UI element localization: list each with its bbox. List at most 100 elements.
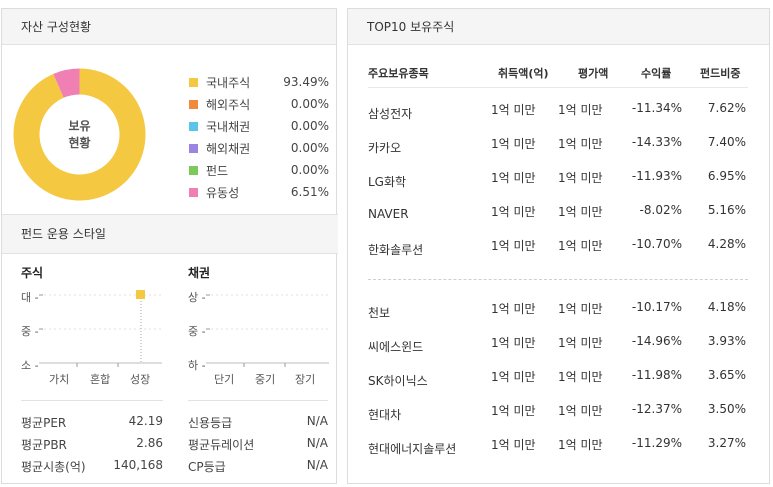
legend-item: 유동성 6.51% [189, 181, 329, 203]
col-header-weight: 펀드비중 [700, 67, 741, 80]
stock-x-label-growth: 성장 [130, 373, 151, 386]
legend-label: 국내주식 [206, 75, 251, 90]
metric-credit-value: N/A [306, 414, 328, 428]
legend-swatch [189, 187, 198, 197]
stock-style-marker [136, 290, 145, 299]
holding-ret: -14.33% [631, 135, 682, 149]
holding-ret: -10.70% [631, 237, 682, 251]
legend-value: 0.00% [290, 141, 329, 155]
legend-label: 해외채권 [206, 141, 251, 156]
holding-name[interactable]: 현대차 [368, 406, 401, 423]
metric-duration-value: N/A [306, 436, 328, 450]
holding-name[interactable]: 카카오 [368, 139, 401, 156]
legend-value: 6.51% [290, 185, 329, 199]
metric-cp-label: CP등급 [188, 460, 226, 474]
top10-panel-title: TOP10 보유주식 [348, 9, 769, 45]
metric-duration: 평균듀레이션 N/A [188, 436, 328, 453]
legend-item: 해외주식 0.00% [189, 93, 329, 115]
holding-weight: 4.28% [707, 237, 746, 251]
holding-acq: 1억 미만 [491, 302, 536, 316]
metric-marketcap-value: 140,168 [113, 458, 163, 472]
header-divider [368, 87, 748, 88]
bond-y-label-mid: 중 - [188, 325, 206, 338]
holding-eval: 1억 미만 [558, 239, 603, 253]
top10-panel: TOP10 보유주식 주요보유종목 취득액(억) 평가액 수익률 펀드비중 삼성… [347, 8, 770, 484]
holding-name[interactable]: 현대에너지솔루션 [368, 440, 456, 457]
legend-value: 0.00% [290, 97, 329, 111]
legend-item: 국내채권 0.00% [189, 115, 329, 137]
holding-weight: 3.65% [707, 368, 746, 382]
legend-swatch [189, 165, 198, 175]
metric-duration-label: 평균듀레이션 [188, 438, 255, 452]
donut-center-label: 보유 현황 [12, 67, 147, 202]
metric-marketcap-label: 평균시총(억) [21, 460, 86, 474]
holding-eval: 1억 미만 [558, 171, 603, 185]
metric-pbr-value: 2.86 [136, 436, 163, 450]
holding-name[interactable]: 천보 [368, 304, 390, 321]
legend-label: 해외주식 [206, 97, 251, 112]
holding-weight: 5.16% [707, 203, 746, 217]
stock-y-label-large: 대 - [21, 291, 39, 304]
legend-value: 0.00% [290, 119, 329, 133]
metric-per-label: 평균PER [21, 416, 67, 430]
holding-acq: 1억 미만 [491, 103, 536, 117]
holding-name[interactable]: SK하이닉스 [368, 372, 428, 389]
donut-center-line1: 보유 [68, 118, 91, 133]
asset-donut-chart: 보유 현황 [12, 67, 147, 202]
stock-y-label-mid: 중 - [21, 325, 39, 338]
metric-cp: CP등급 N/A [188, 458, 328, 475]
top10-group-separator [368, 279, 748, 280]
stock-x-label-value: 가치 [49, 373, 70, 386]
bond-x-label-mid: 중기 [255, 373, 276, 386]
holding-eval: 1억 미만 [558, 404, 603, 418]
holding-weight: 7.62% [707, 101, 746, 115]
holding-name[interactable]: NAVER [368, 207, 409, 221]
holding-ret: -10.17% [631, 300, 682, 314]
holding-name[interactable]: LG화학 [368, 173, 406, 190]
holding-ret: -11.29% [631, 436, 682, 450]
col-header-acq: 취득액(억) [498, 67, 549, 80]
holding-eval: 1억 미만 [558, 205, 603, 219]
holding-acq: 1억 미만 [491, 171, 536, 185]
col-header-return: 수익률 [641, 67, 672, 80]
holding-acq: 1억 미만 [491, 239, 536, 253]
asset-panel: 자산 구성현황 보유 현황 국내주식 93.49% 해외주식 0.00% 국내채권 0.0… [1, 8, 338, 484]
holding-eval: 1억 미만 [558, 438, 603, 452]
metric-per-value: 42.19 [128, 414, 163, 428]
holding-ret: -11.93% [631, 169, 682, 183]
holding-weight: 6.95% [707, 169, 746, 183]
legend-item: 해외채권 0.00% [189, 137, 329, 159]
holding-weight: 3.93% [707, 334, 746, 348]
holding-weight: 4.18% [707, 300, 746, 314]
legend-label: 펀드 [206, 163, 229, 178]
legend-swatch [189, 121, 198, 131]
bond-y-label-low: 하 - [188, 359, 206, 372]
holding-acq: 1억 미만 [491, 205, 536, 219]
metrics-left-divider [21, 400, 163, 401]
legend-label: 국내채권 [206, 119, 251, 134]
holding-name[interactable]: 한화솔루션 [368, 241, 423, 258]
holding-name[interactable]: 삼성전자 [368, 105, 412, 122]
holding-acq: 1억 미만 [491, 336, 536, 350]
holding-weight: 3.27% [707, 436, 746, 450]
legend-value: 0.00% [290, 163, 329, 177]
holding-name[interactable]: 씨에스윈드 [368, 338, 423, 355]
holding-weight: 7.40% [707, 135, 746, 149]
asset-legend: 국내주식 93.49% 해외주식 0.00% 국내채권 0.00% 해외채권 0.00% 펀드 0… [189, 71, 329, 203]
holding-acq: 1억 미만 [491, 438, 536, 452]
holding-acq: 1억 미만 [491, 137, 536, 151]
metric-per: 평균PER 42.19 [21, 414, 163, 431]
holding-eval: 1억 미만 [558, 103, 603, 117]
holding-eval: 1억 미만 [558, 137, 603, 151]
bond-x-label-long: 장기 [295, 373, 316, 386]
bond-x-label-short: 단기 [214, 373, 235, 386]
holding-eval: 1억 미만 [558, 370, 603, 384]
style-panel-title: 펀드 운용 스타일 [2, 214, 338, 254]
metrics-right-divider [188, 400, 328, 401]
holding-acq: 1억 미만 [491, 370, 536, 384]
legend-label: 유동성 [206, 185, 240, 200]
col-header-eval: 평가액 [578, 67, 609, 80]
metric-cp-value: N/A [306, 458, 328, 472]
metric-pbr-label: 평균PBR [21, 438, 67, 452]
stock-y-label-small: 소 - [21, 359, 39, 372]
